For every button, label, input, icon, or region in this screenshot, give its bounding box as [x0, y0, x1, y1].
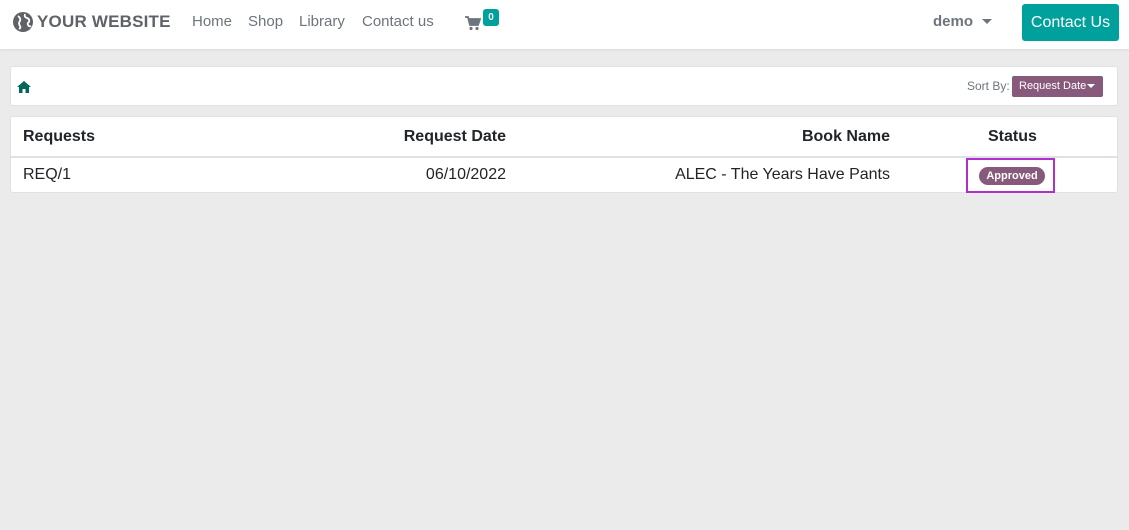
- portal-toolbar: Sort By: Request Date: [10, 66, 1118, 106]
- contact-us-button[interactable]: Contact Us: [1022, 4, 1119, 41]
- caret-down-icon: [1087, 84, 1095, 88]
- shopping-cart-icon: [465, 16, 481, 31]
- user-name: demo: [933, 13, 974, 30]
- chevron-down-icon: [982, 19, 993, 24]
- cart-button[interactable]: 0: [465, 9, 505, 35]
- nav-link-home[interactable]: Home: [192, 13, 232, 30]
- column-header-book-name: Book Name: [801, 128, 890, 145]
- home-icon[interactable]: [17, 80, 31, 98]
- status-highlight-box: Approved: [966, 158, 1055, 193]
- column-header-requests: Requests: [23, 128, 96, 145]
- sort-by-dropdown[interactable]: Request Date: [1012, 76, 1103, 97]
- status-badge: Approved: [979, 167, 1045, 185]
- column-header-request-date: Request Date: [403, 128, 506, 145]
- nav-link-contact-us[interactable]: Contact us: [362, 13, 434, 30]
- sort-by-value: Request Date: [1019, 80, 1087, 92]
- nav-link-library[interactable]: Library: [299, 13, 345, 30]
- request-ref-link[interactable]: REQ/1: [23, 166, 71, 184]
- user-menu-dropdown[interactable]: demo: [933, 13, 993, 30]
- nav-link-shop[interactable]: Shop: [248, 13, 283, 30]
- sort-by-label: Sort By:: [967, 79, 1010, 93]
- requests-table: Requests Request Date Book Name Status R…: [10, 116, 1118, 193]
- request-date-cell: 06/10/2022: [425, 166, 506, 183]
- column-header-status: Status: [988, 128, 1037, 145]
- book-name-cell: ALEC - The Years Have Pants: [675, 166, 890, 183]
- top-navbar: YOUR WEBSITE Home Shop Library Contact u…: [0, 0, 1129, 49]
- cart-count-badge: 0: [483, 9, 499, 26]
- site-logo[interactable]: YOUR WEBSITE: [12, 9, 171, 35]
- globe-icon: [13, 12, 33, 32]
- site-logo-text: YOUR WEBSITE: [37, 12, 171, 31]
- table-header: Requests Request Date Book Name Status: [11, 117, 1117, 158]
